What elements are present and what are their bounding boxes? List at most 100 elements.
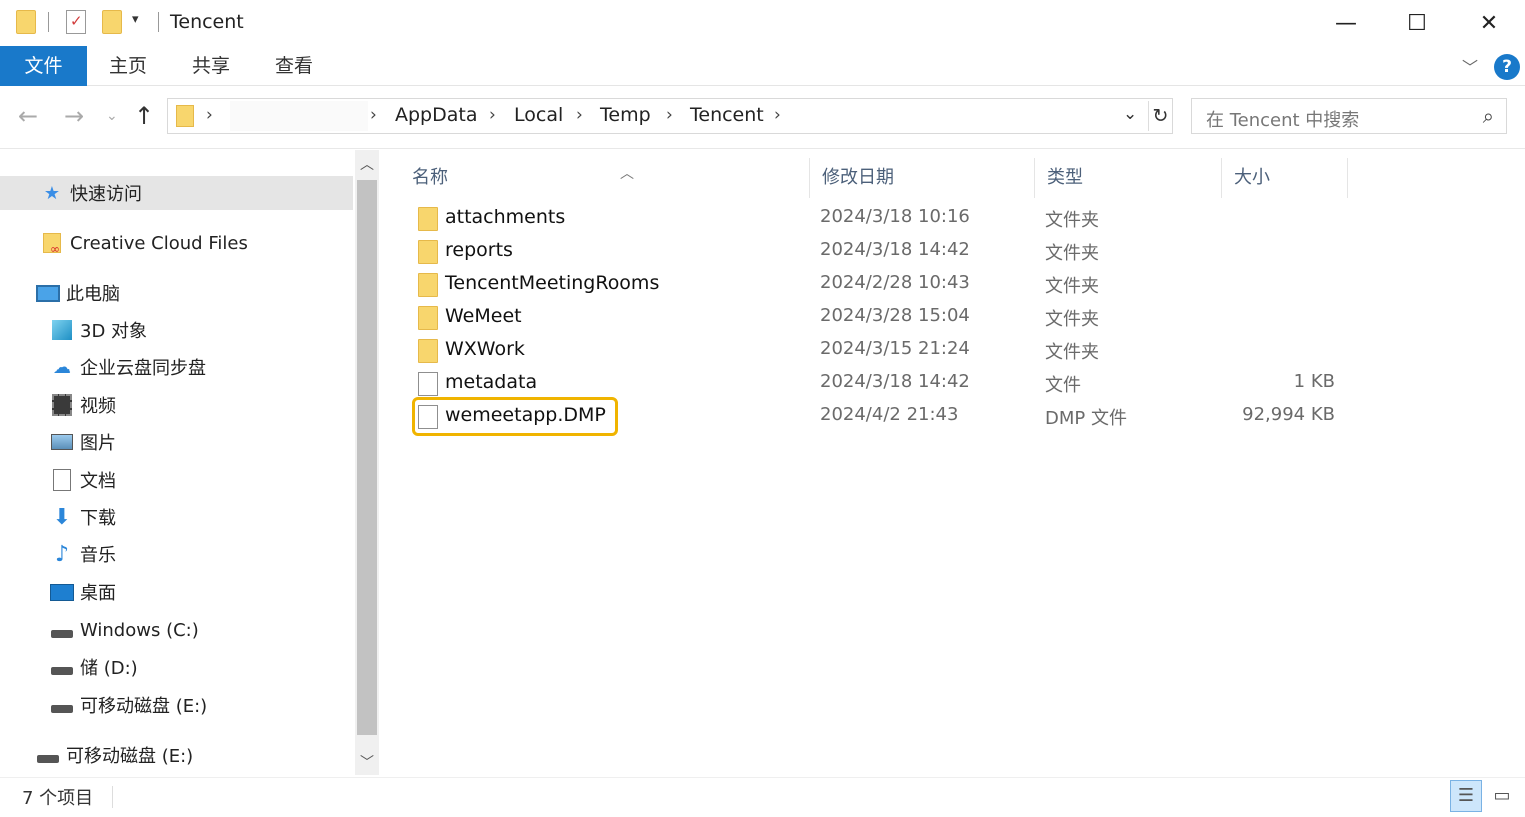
column-header-label: 名称 (412, 167, 448, 188)
window-title: Tencent (170, 11, 244, 33)
nav-item-this-pc[interactable]: 此电脑 (0, 276, 120, 310)
column-header-type[interactable]: 类型 (1035, 158, 1222, 198)
chevron-right-icon[interactable]: › (666, 105, 673, 125)
column-header-size[interactable]: 大小 (1222, 158, 1348, 198)
file-size: 1 KB (1293, 371, 1335, 392)
address-bar[interactable]: › › AppData › Local › Temp › Tencent › ⌄… (167, 98, 1173, 134)
highlight-box (412, 397, 618, 436)
chevron-right-icon[interactable]: › (489, 105, 496, 125)
chevron-right-icon[interactable]: › (206, 105, 213, 125)
nav-item-removable-e[interactable]: 可移动磁盘 (E:) (0, 738, 193, 772)
details-view-icon[interactable]: ☰ (1450, 780, 1482, 812)
file-type: DMP 文件 (1045, 408, 1127, 429)
file-type: 文件夹 (1045, 309, 1099, 330)
scroll-down-chevron-icon[interactable]: ﹀ (360, 752, 374, 772)
file-date: 2024/3/18 10:16 (820, 206, 970, 227)
nav-item-drive-d[interactable]: 储 (D:) (0, 650, 138, 684)
title-bar: ▾ Tencent — ☐ ✕ (0, 0, 1525, 46)
column-header-date[interactable]: 修改日期 (810, 158, 1035, 198)
file-size: 92,994 KB (1242, 404, 1335, 425)
file-name: metadata (445, 371, 538, 393)
computer-icon (36, 282, 60, 304)
nav-item-label: 此电脑 (66, 284, 120, 305)
properties-icon[interactable] (66, 10, 86, 34)
search-input[interactable]: 在 Tencent 中搜索 ⌕ (1191, 98, 1507, 134)
nav-item-downloads[interactable]: ⬇ 下载 (0, 500, 116, 534)
file-name: WeMeet (445, 305, 522, 327)
scroll-up-chevron-icon[interactable]: ︿ (360, 154, 374, 174)
nav-item-label: 文档 (80, 471, 116, 492)
folder-icon (418, 273, 438, 297)
file-date: 2024/4/2 21:43 (820, 404, 959, 425)
minimize-button[interactable]: — (1323, 6, 1369, 40)
desktop-icon (50, 581, 74, 603)
breadcrumb-tencent[interactable]: Tencent (690, 104, 764, 126)
breadcrumb-local[interactable]: Local (514, 104, 563, 126)
nav-item-videos[interactable]: 视频 (0, 388, 116, 422)
nav-item-3d-objects[interactable]: 3D 对象 (0, 313, 147, 347)
file-date: 2024/3/28 15:04 (820, 305, 970, 326)
chevron-right-icon[interactable]: › (576, 105, 583, 125)
recent-locations-chevron-icon[interactable]: ⌄ (106, 108, 118, 124)
large-icons-view-icon[interactable]: ▭ (1486, 780, 1518, 812)
file-name: reports (445, 239, 513, 261)
up-arrow-icon[interactable]: ↑ (134, 102, 154, 130)
drive-icon (50, 694, 74, 716)
table-row[interactable]: attachments 2024/3/18 10:16 文件夹 (410, 202, 1410, 234)
nav-item-quick-access[interactable]: ★ 快速访问 (0, 176, 353, 210)
ribbon: 文件 主页 共享 查看 ﹀ ? (0, 46, 1525, 86)
file-type: 文件夹 (1045, 276, 1099, 297)
nav-item-music[interactable]: ♪ 音乐 (0, 537, 116, 571)
nav-item-label: 桌面 (80, 583, 116, 604)
drive-icon (50, 656, 74, 678)
file-name: WXWork (445, 338, 525, 360)
file-type: 文件夹 (1045, 243, 1099, 264)
document-icon (50, 469, 74, 491)
table-row[interactable]: reports 2024/3/18 14:42 文件夹 (410, 235, 1410, 267)
breadcrumb-temp[interactable]: Temp (600, 104, 651, 126)
search-icon[interactable]: ⌕ (1483, 104, 1494, 128)
nav-item-creative-cloud-files[interactable]: ∞ Creative Cloud Files (0, 226, 248, 260)
tab-home[interactable]: 主页 (87, 46, 169, 86)
nav-item-pictures[interactable]: 图片 (0, 425, 116, 459)
cloud-icon: ☁ (53, 356, 71, 378)
nav-item-documents[interactable]: 文档 (0, 463, 116, 497)
nav-item-desktop[interactable]: 桌面 (0, 575, 116, 609)
redacted-breadcrumb[interactable] (230, 101, 368, 131)
nav-item-drive-c[interactable]: Windows (C:) (0, 613, 199, 647)
scrollbar-thumb[interactable] (357, 180, 377, 735)
chevron-right-icon[interactable]: › (370, 105, 377, 125)
table-row[interactable]: TencentMeetingRooms 2024/2/28 10:43 文件夹 (410, 268, 1410, 300)
nav-item-drive-e[interactable]: 可移动磁盘 (E:) (0, 688, 207, 722)
star-icon: ★ (43, 182, 61, 204)
nav-item-label: 快速访问 (70, 184, 142, 205)
file-date: 2024/3/15 21:24 (820, 338, 970, 359)
expand-ribbon-chevron-icon[interactable]: ﹀ (1462, 54, 1478, 78)
tab-view[interactable]: 查看 (253, 46, 335, 86)
maximize-button[interactable]: ☐ (1394, 6, 1440, 40)
back-arrow-icon[interactable]: ← (18, 102, 38, 130)
address-history-chevron-icon[interactable]: ⌄ (1123, 104, 1137, 124)
file-date: 2024/3/18 14:42 (820, 371, 970, 392)
column-header-name[interactable]: 名称 ︿ (400, 158, 810, 198)
nav-item-label: 可移动磁盘 (E:) (66, 746, 194, 767)
chevron-right-icon[interactable]: › (774, 105, 781, 125)
close-button[interactable]: ✕ (1466, 6, 1512, 40)
customize-quick-access-dropdown[interactable]: ▾ (132, 12, 139, 27)
table-row[interactable]: WXWork 2024/3/15 21:24 文件夹 (410, 334, 1410, 366)
table-row[interactable]: metadata 2024/3/18 14:42 文件 1 KB (410, 367, 1410, 399)
folder-icon (418, 207, 438, 231)
nav-pane-scrollbar[interactable]: ︿ ﹀ (355, 150, 379, 775)
help-icon[interactable]: ? (1494, 54, 1520, 80)
new-folder-icon[interactable] (102, 10, 122, 34)
table-row[interactable]: WeMeet 2024/3/28 15:04 文件夹 (410, 301, 1410, 333)
breadcrumb-appdata[interactable]: AppData (395, 104, 478, 126)
refresh-icon[interactable]: ↻ (1148, 101, 1172, 131)
nav-item-enterprise-cloud-sync[interactable]: ☁ 企业云盘同步盘 (0, 350, 206, 384)
tab-file[interactable]: 文件 (0, 46, 87, 86)
file-name: attachments (445, 206, 566, 228)
tab-share[interactable]: 共享 (170, 46, 252, 86)
picture-icon (50, 431, 74, 453)
forward-arrow-icon[interactable]: → (64, 102, 84, 130)
file-type: 文件夹 (1045, 210, 1099, 231)
